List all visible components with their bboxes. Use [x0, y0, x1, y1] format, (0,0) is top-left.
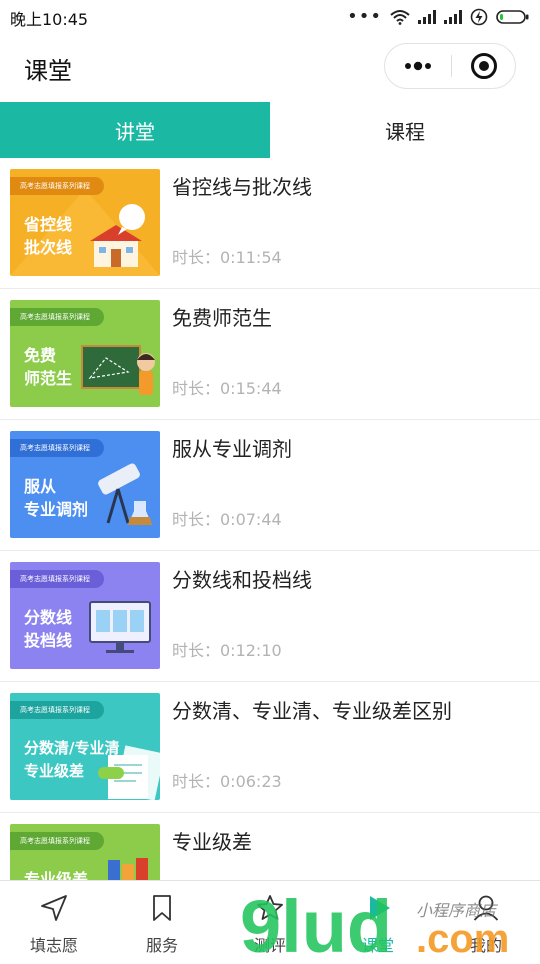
- thumbnail-series-tag: 高考志愿填报系列课程: [10, 177, 104, 195]
- watermark-graphic: 9lud .com 小程序商店: [240, 885, 509, 964]
- watermark-sub-text: .com: [416, 917, 509, 960]
- course-thumbnail: 高考志愿填报系列课程 专业级差: [10, 824, 160, 880]
- thumbnail-headline: 分数清/专业清 专业级差: [24, 739, 120, 780]
- signal-dots: •••: [347, 6, 382, 27]
- thumbnail-headline: 省控线 批次线: [24, 215, 73, 257]
- bookmark-icon: [153, 895, 171, 921]
- thumbnail-headline: 服从 专业调剂: [24, 477, 89, 519]
- course-thumbnail: 高考志愿填报系列课程 服从 专业调剂: [10, 431, 160, 538]
- tabbar-item-services[interactable]: 服务: [108, 881, 216, 961]
- course-thumbnail: 高考志愿填报系列课程 分数清/专业清 专业级差: [10, 693, 160, 800]
- wifi-icon: [390, 10, 410, 25]
- course-duration: 时长：0:07:44: [172, 510, 282, 529]
- page-title: 课堂: [24, 57, 72, 85]
- navigation-arrow-icon: [41, 895, 67, 921]
- course-duration: 时长：0:12:10: [172, 641, 282, 660]
- course-title: 服从专业调剂: [172, 437, 292, 461]
- status-icons: •••: [347, 6, 530, 28]
- thumbnail-series-tag: 高考志愿填报系列课程: [10, 439, 104, 457]
- course-item[interactable]: 高考志愿填报系列课程 省控线 批次线 省控线与批次线 时长：0:11:54: [0, 158, 540, 289]
- course-thumbnail: 高考志愿填报系列课程 免费 师范生: [10, 300, 160, 407]
- close-miniprogram-button[interactable]: [452, 44, 516, 88]
- thumbnail-series-tag: 高考志愿填报系列课程: [10, 308, 104, 326]
- tabbar-item-fill-application[interactable]: 填志愿: [0, 881, 108, 961]
- tab-lectures[interactable]: 讲堂: [0, 102, 270, 158]
- course-item[interactable]: 高考志愿填报系列课程 免费 师范生 免费师范生 时长：0:15:44: [0, 289, 540, 420]
- course-item[interactable]: 高考志愿填报系列课程 分数清/专业清 专业级差 分数清、专业清、专业级差区别 时…: [0, 682, 540, 813]
- status-bar: 晚上10:45 •••: [0, 0, 540, 34]
- course-thumbnail: 高考志愿填报系列课程 分数线 投档线: [10, 562, 160, 669]
- watermark-script-text: 小程序商店: [416, 901, 498, 920]
- nav-bar: 课堂: [0, 34, 540, 102]
- miniprogram-capsule: [384, 43, 516, 89]
- tabbar-label: 服务: [145, 936, 178, 955]
- tab-courses[interactable]: 课程: [270, 102, 540, 158]
- thumbnail-headline: 分数线 投档线: [24, 608, 73, 650]
- battery-icon: [496, 10, 529, 24]
- thumbnail-headline: 专业级差: [24, 870, 89, 880]
- thumbnail-series-tag: 高考志愿填报系列课程: [10, 570, 104, 588]
- course-item[interactable]: 高考志愿填报系列课程 专业级差 专业级差: [0, 813, 540, 880]
- cellular-signal-icon: [418, 10, 436, 24]
- more-button[interactable]: [385, 44, 451, 88]
- course-title: 专业级差: [172, 830, 252, 854]
- thumbnail-series-tag: 高考志愿填报系列课程: [10, 832, 104, 850]
- status-time: 晚上10:45: [10, 10, 89, 29]
- course-thumbnail: 高考志愿填报系列课程 省控线 批次线: [10, 169, 160, 276]
- watermark-main-text: 9lud: [240, 886, 392, 960]
- course-title: 免费师范生: [172, 306, 272, 330]
- tabbar-label: 填志愿: [29, 936, 78, 955]
- charging-icon: [470, 8, 488, 26]
- top-tabs: 讲堂 课程: [0, 102, 540, 158]
- course-duration: 时长：0:06:23: [172, 772, 282, 791]
- course-duration: 时长：0:15:44: [172, 379, 282, 398]
- cellular-signal-2-icon: [444, 10, 462, 24]
- target-close-icon: [471, 53, 497, 79]
- course-item[interactable]: 高考志愿填报系列课程 服从 专业调剂 服从专业调剂 时长：0:07:44: [0, 420, 540, 551]
- course-duration: 时长：0:11:54: [172, 248, 282, 267]
- thumbnail-headline: 免费 师范生: [24, 346, 73, 388]
- thumbnail-series-tag: 高考志愿填报系列课程: [10, 701, 104, 719]
- course-title: 分数线和投档线: [172, 568, 312, 592]
- watermark-logo: 9lud .com 小程序商店: [240, 885, 540, 964]
- course-item[interactable]: 高考志愿填报系列课程 分数线 投档线 分数线和投档线 时长：0:12:10: [0, 551, 540, 682]
- course-list: 高考志愿填报系列课程 省控线 批次线 省控线与批次线 时长：0:11:54 高考…: [0, 158, 540, 880]
- course-title: 分数清、专业清、专业级差区别: [172, 699, 452, 723]
- more-dots-icon: [405, 61, 431, 71]
- course-title: 省控线与批次线: [172, 175, 312, 199]
